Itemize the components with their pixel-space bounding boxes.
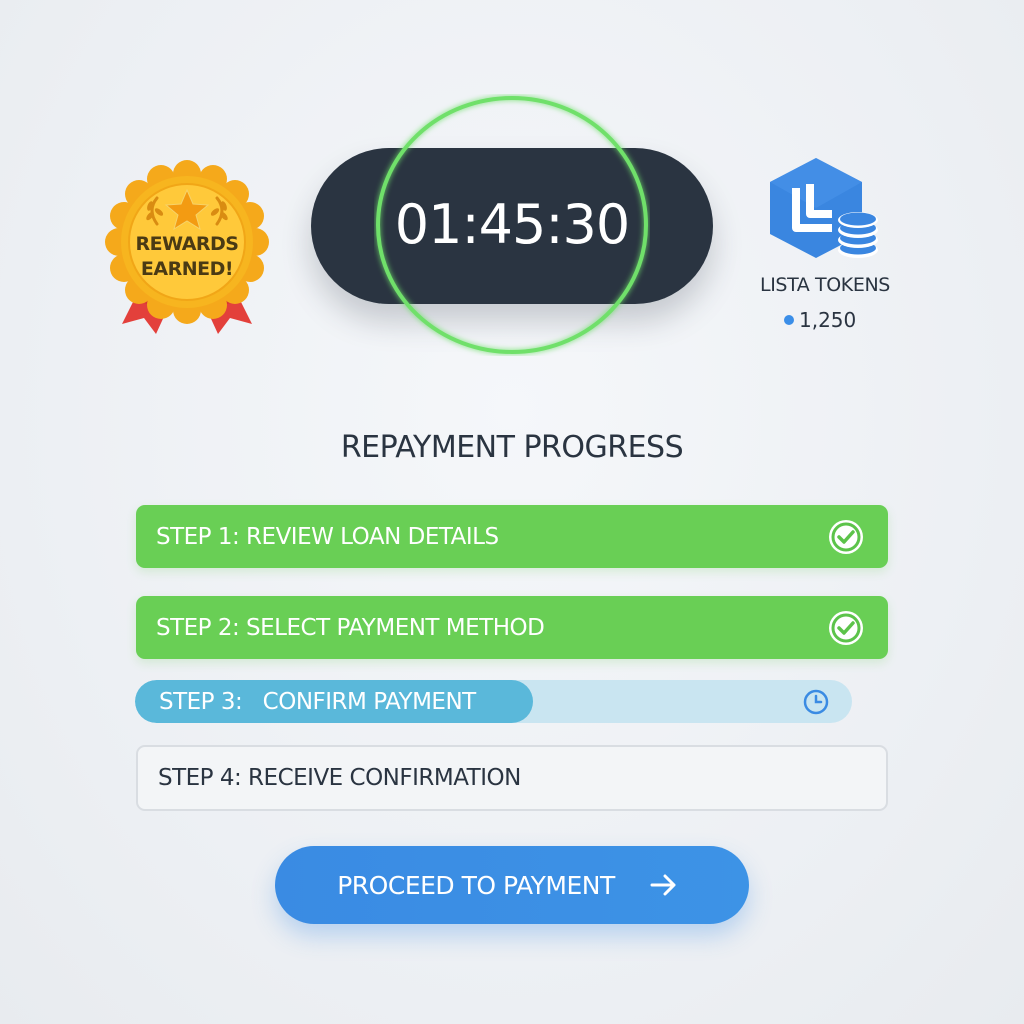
step-1-label: STEP 1: REVIEW LOAN DETAILS — [156, 523, 499, 550]
rewards-badge-line2: EARNED! — [140, 258, 234, 280]
lista-token-icon — [770, 158, 878, 258]
token-dot-icon — [784, 315, 794, 325]
step-4[interactable]: STEP 4: RECEIVE CONFIRMATION — [136, 745, 888, 811]
rewards-badge: REWARDS EARNED! — [104, 158, 270, 338]
step-3[interactable]: STEP 3: CONFIRM PAYMENT — [135, 680, 852, 723]
rewards-badge-line1: REWARDS — [135, 233, 239, 255]
token-label: LISTA TOKENS — [760, 274, 890, 296]
check-circle-icon — [829, 611, 863, 645]
clock-icon — [803, 689, 829, 715]
step-2[interactable]: STEP 2: SELECT PAYMENT METHOD — [136, 596, 888, 659]
proceed-button-label: PROCEED TO PAYMENT — [337, 870, 615, 900]
proceed-to-payment-button[interactable]: PROCEED TO PAYMENT — [275, 846, 749, 924]
rewards-badge-text: REWARDS EARNED! — [118, 232, 256, 282]
arrow-right-icon — [650, 874, 676, 896]
token-balance: 1,250 — [784, 306, 856, 334]
step-3-label: STEP 3: CONFIRM PAYMENT — [159, 688, 476, 715]
timer-value: 01:45:30 — [394, 193, 631, 256]
check-circle-icon — [829, 520, 863, 554]
progress-title: REPAYMENT PROGRESS — [340, 430, 684, 465]
step-1[interactable]: STEP 1: REVIEW LOAN DETAILS — [136, 505, 888, 568]
step-4-label: STEP 4: RECEIVE CONFIRMATION — [158, 765, 521, 791]
token-amount: 1,250 — [799, 308, 857, 332]
step-2-label: STEP 2: SELECT PAYMENT METHOD — [156, 614, 545, 641]
